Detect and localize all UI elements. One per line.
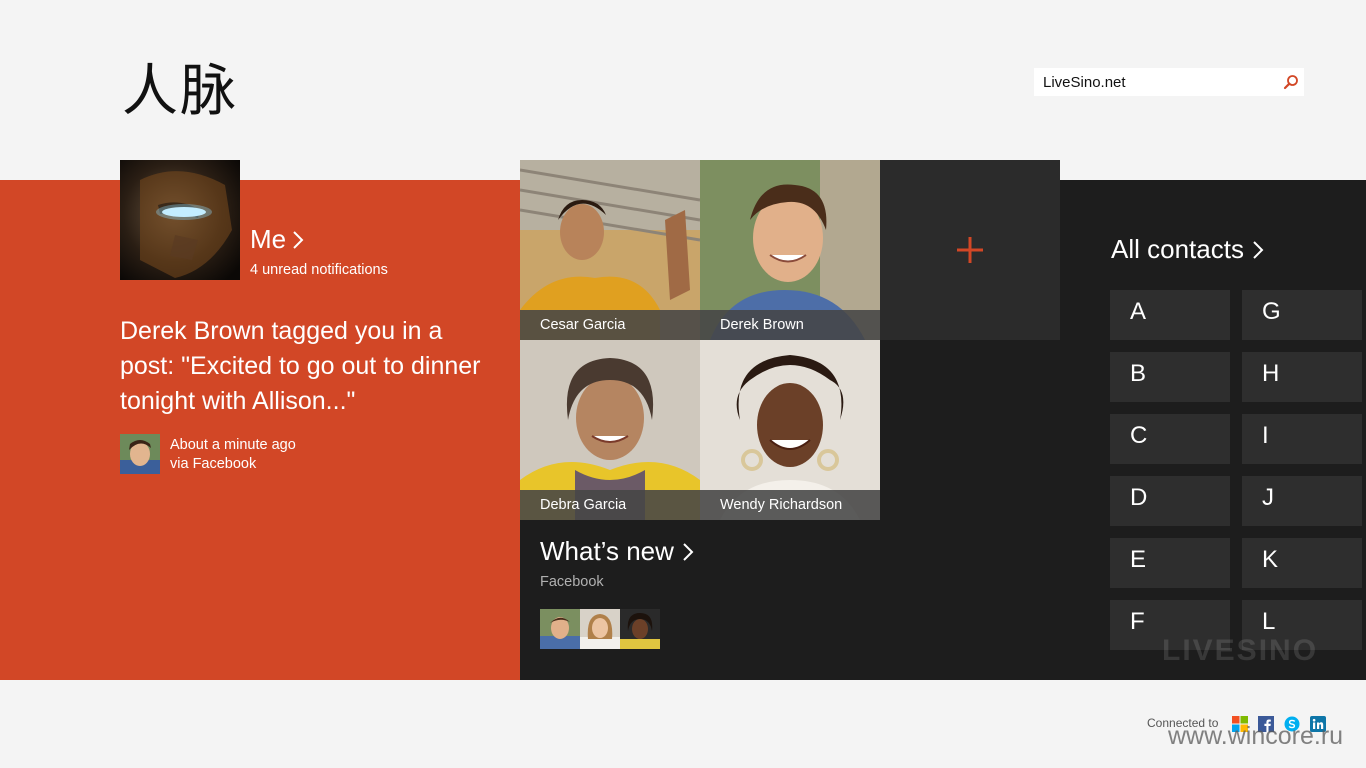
letter-tile-g[interactable]: G <box>1242 290 1362 340</box>
all-contacts-link[interactable]: All contacts <box>1111 234 1264 265</box>
livesino-watermark: LIVESINO <box>1162 634 1319 667</box>
update-avatar[interactable] <box>540 609 580 649</box>
contact-name: Debra Garcia <box>520 490 700 520</box>
favorite-tile[interactable]: Cesar Garcia <box>520 160 700 340</box>
favorite-tile[interactable]: Derek Brown <box>700 160 880 340</box>
letter-tile-c[interactable]: C <box>1110 414 1230 464</box>
letter-tile-i[interactable]: I <box>1242 414 1362 464</box>
all-contacts-label: All contacts <box>1111 234 1244 264</box>
me-link[interactable]: Me <box>250 224 304 255</box>
post-author-avatar[interactable] <box>120 434 160 474</box>
contact-name: Cesar Garcia <box>520 310 700 340</box>
contact-name: Wendy Richardson <box>700 490 880 520</box>
notifications-count[interactable]: 4 unread notifications <box>250 262 388 278</box>
favorite-tile[interactable]: Wendy Richardson <box>700 340 880 520</box>
whats-new-source: Facebook <box>540 574 604 590</box>
wincore-watermark: www.wincore.ru <box>1168 722 1344 750</box>
letter-tile-k[interactable]: K <box>1242 538 1362 588</box>
letter-tile-e[interactable]: E <box>1110 538 1230 588</box>
whats-new-link[interactable]: What’s new <box>540 536 694 567</box>
chevron-right-icon <box>293 230 304 249</box>
add-favorite-tile[interactable] <box>880 160 1060 340</box>
post-time: About a minute ago <box>170 437 296 453</box>
search-input[interactable]: LiveSino.net <box>1043 74 1278 91</box>
letter-tile-d[interactable]: D <box>1110 476 1230 526</box>
chevron-right-icon <box>683 542 694 561</box>
notification-post[interactable]: Derek Brown tagged you in a post: "Excit… <box>120 314 500 419</box>
letter-tile-h[interactable]: H <box>1242 352 1362 402</box>
update-avatar[interactable] <box>580 609 620 649</box>
letter-tile-b[interactable]: B <box>1110 352 1230 402</box>
letter-tile-a[interactable]: A <box>1110 290 1230 340</box>
me-label: Me <box>250 224 287 254</box>
contact-name: Derek Brown <box>700 310 880 340</box>
search-icon[interactable] <box>1278 68 1304 96</box>
me-avatar[interactable] <box>120 160 240 280</box>
app-title: 人脉 <box>122 59 238 124</box>
plus-icon <box>957 237 983 263</box>
chevron-right-icon <box>1253 240 1264 259</box>
update-avatar[interactable] <box>620 609 660 649</box>
favorite-tile[interactable]: Debra Garcia <box>520 340 700 520</box>
post-meta: About a minute ago via Facebook <box>170 436 296 474</box>
letter-tile-j[interactable]: J <box>1242 476 1362 526</box>
search-box[interactable]: LiveSino.net <box>1034 68 1304 96</box>
post-source: via Facebook <box>170 456 257 472</box>
me-panel <box>0 180 520 680</box>
whats-new-label: What’s new <box>540 536 674 566</box>
